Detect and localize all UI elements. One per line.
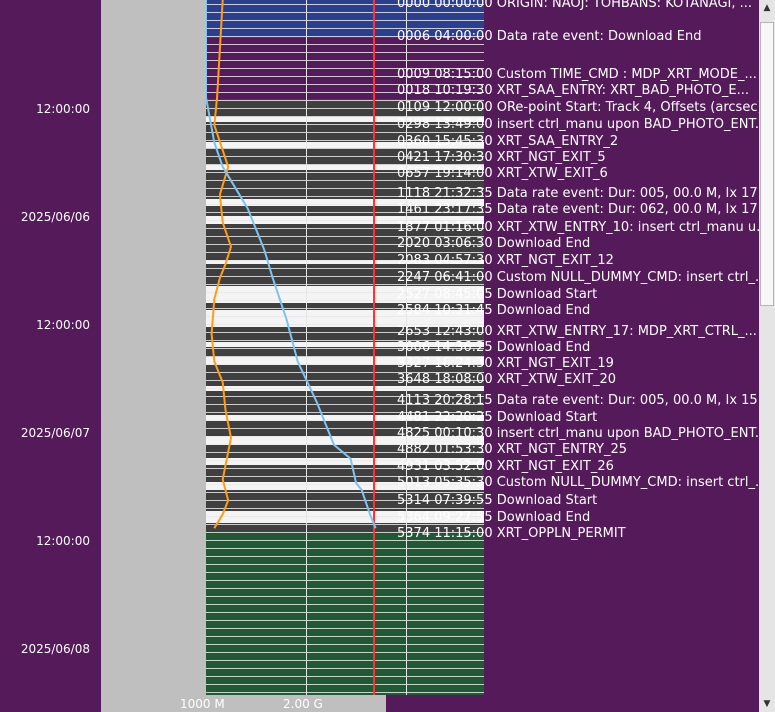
event-item[interactable]: 0109 12:00:00 ORe-point Start: Track 4, … (397, 100, 759, 116)
event-item[interactable]: 0360 15:45:30 XRT_SAA_ENTRY_2 (397, 134, 618, 150)
event-item[interactable]: 4113 20:28:15 Data rate event: Dur: 005,… (397, 393, 759, 409)
event-item[interactable]: 0018 10:19:30 XRT_SAA_ENTRY: XRT_BAD_PHO… (397, 83, 749, 99)
event-item[interactable]: 3648 18:08:00 XRT_XTW_EXIT_20 (397, 372, 616, 388)
event-item[interactable]: 2020 03:06:30 Download End (397, 236, 590, 252)
event-item[interactable]: 2527 08:45:05 Download Start (397, 287, 597, 303)
axis-label-1000m: 1000 M (180, 697, 225, 711)
event-item[interactable]: 4882 01:53:30 XRT_NGT_ENTRY_25 (397, 442, 627, 458)
time-label: 12:00:00 (36, 102, 90, 116)
event-item[interactable]: 2083 04:57:30 XRT_NGT_EXIT_12 (397, 253, 614, 269)
event-item[interactable]: 5374 11:15:00 XRT_OPPLN_PERMIT (397, 526, 626, 542)
event-item[interactable]: 5314 07:39:55 Download Start (397, 493, 597, 509)
vertical-scrollbar[interactable]: ▲ ▼ (759, 0, 775, 712)
event-item[interactable]: 2247 06:41:00 Custom NULL_DUMMY_CMD: ins… (397, 270, 759, 286)
event-item[interactable]: 0298 13:49:00 insert ctrl_manu upon BAD_… (397, 117, 759, 133)
event-item[interactable]: 5364 09:27:55 Download End (397, 510, 590, 526)
data-volume-curve-blue (206, 0, 377, 529)
event-item[interactable]: 0000 00:00:00 ORIGIN: NAOJ: TOHBANS: KOT… (397, 0, 752, 12)
date-label: 2025/06/07 (20, 426, 90, 440)
event-item[interactable]: 5013 05:35:30 Custom NULL_DUMMY_CMD: ins… (397, 475, 759, 491)
event-item[interactable]: 1118 21:32:35 Data rate event: Dur: 005,… (397, 186, 759, 202)
event-item[interactable]: 0009 08:15:00 Custom TIME_CMD : MDP_XRT_… (397, 67, 757, 83)
event-item[interactable]: 3327 16:24:30 XRT_NGT_EXIT_19 (397, 356, 614, 372)
timeline-panel[interactable]: 1000 M 2.00 G (101, 0, 484, 712)
event-item[interactable]: 1877 01:16:00 XRT_XTW_ENTRY_10: insert c… (397, 220, 759, 236)
event-item[interactable]: 4825 00:10:30 insert ctrl_manu upon BAD_… (397, 426, 759, 442)
event-item[interactable]: 4931 03:52:00 XRT_NGT_EXIT_26 (397, 459, 614, 475)
time-label: 12:00:00 (36, 534, 90, 548)
time-label: 12:00:00 (36, 318, 90, 332)
event-item[interactable]: 0006 04:00:00 Data rate event: Download … (397, 29, 701, 45)
event-item[interactable]: 0657 19:14:00 XRT_XTW_EXIT_6 (397, 166, 608, 182)
scroll-up-arrow-icon[interactable]: ▲ (759, 0, 775, 16)
data-rate-curve-orange (210, 0, 233, 529)
event-item[interactable]: 3006 14:36:25 Download End (397, 340, 590, 356)
event-item[interactable]: 2584 10:31:45 Download End (397, 303, 590, 319)
event-item[interactable]: 1461 23:17:35 Data rate event: Dur: 062,… (397, 202, 759, 218)
date-label: 2025/06/08 (20, 642, 90, 656)
event-item[interactable]: 2653 12:43:00 XRT_XTW_ENTRY_17: MDP_XRT_… (397, 324, 757, 340)
event-item[interactable]: 4481 22:20:25 Download Start (397, 410, 597, 426)
scroll-down-arrow-icon[interactable]: ▼ (759, 696, 775, 712)
event-list[interactable]: 0000 00:00:00 ORIGIN: NAOJ: TOHBANS: KOT… (387, 0, 759, 712)
scrollbar-thumb[interactable] (760, 22, 774, 306)
event-item[interactable]: 0421 17:30:30 XRT_NGT_EXIT_5 (397, 150, 606, 166)
date-label: 2025/06/06 (20, 210, 90, 224)
axis-label-2g: 2.00 G (283, 697, 323, 711)
